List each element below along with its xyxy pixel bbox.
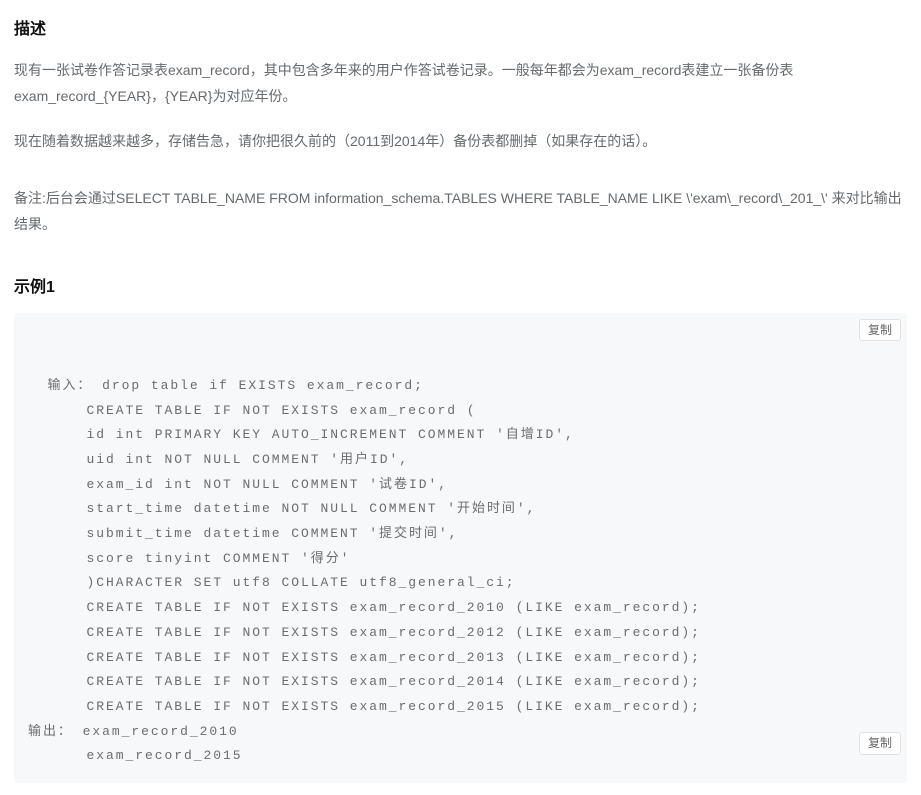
description-note: 备注:后台会通过SELECT TABLE_NAME FROM informati… — [14, 185, 907, 238]
example1-heading: 示例1 — [14, 274, 907, 303]
copy-output-button[interactable]: 复制 — [859, 732, 901, 755]
description-paragraph-1: 现有一张试卷作答记录表exam_record，其中包含多年来的用户作答试卷记录。… — [14, 57, 907, 110]
example-code-block: 复制 复制输入： drop table if EXISTS exam_recor… — [14, 313, 907, 783]
copy-input-button[interactable]: 复制 — [859, 319, 901, 342]
description-heading: 描述 — [14, 16, 907, 45]
description-paragraph-2: 现在随着数据越来越多，存储告急，请你把很久前的（2011到2014年）备份表都删… — [14, 128, 907, 155]
